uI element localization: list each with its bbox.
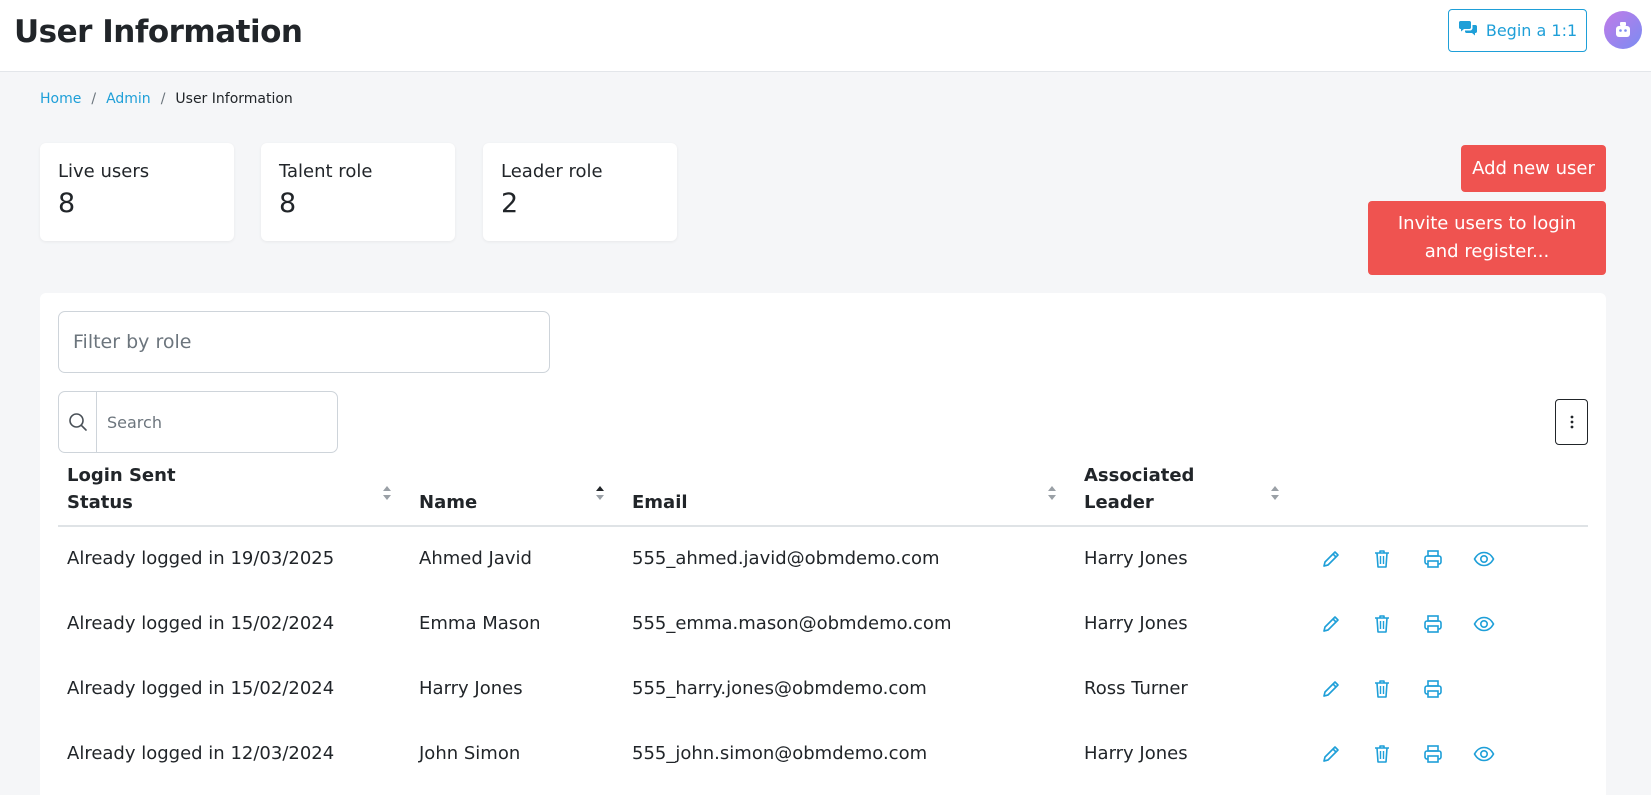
stat-card-talent-role: Talent role 8 bbox=[261, 143, 455, 241]
breadcrumb-current: User Information bbox=[175, 91, 293, 107]
edit-icon[interactable] bbox=[1320, 743, 1342, 765]
view-icon[interactable] bbox=[1473, 548, 1495, 570]
sort-icon[interactable] bbox=[1047, 485, 1057, 501]
column-header-line: Login Sent bbox=[67, 465, 176, 486]
delete-icon[interactable] bbox=[1371, 678, 1393, 700]
breadcrumb-admin-link[interactable]: Admin bbox=[106, 91, 151, 107]
cell-email: 555_john.simon@obmdemo.com bbox=[632, 743, 928, 764]
print-icon[interactable] bbox=[1422, 613, 1444, 635]
breadcrumb-separator: / bbox=[91, 91, 97, 107]
search-box[interactable]: Search bbox=[58, 391, 338, 453]
column-header-email[interactable]: Email bbox=[632, 489, 688, 516]
column-header-associated-leader[interactable]: Associated Leader bbox=[1084, 462, 1194, 516]
breadcrumb: Home / Admin / User Information bbox=[40, 91, 293, 107]
breadcrumb-separator: / bbox=[160, 91, 166, 107]
stat-label: Talent role bbox=[279, 161, 373, 182]
search-input[interactable]: Search bbox=[97, 392, 337, 452]
cell-leader: Ross Turner bbox=[1084, 678, 1188, 699]
edit-icon[interactable] bbox=[1320, 678, 1342, 700]
filter-by-role-input[interactable]: Filter by role bbox=[58, 311, 550, 373]
stat-label: Live users bbox=[58, 161, 150, 182]
sort-icon[interactable] bbox=[595, 485, 605, 501]
begin-one-on-one-button[interactable]: Begin a 1:1 bbox=[1448, 9, 1587, 52]
column-options-button[interactable] bbox=[1555, 399, 1588, 445]
print-icon[interactable] bbox=[1422, 743, 1444, 765]
edit-icon[interactable] bbox=[1320, 613, 1342, 635]
cell-status: Already logged in 15/02/2024 bbox=[67, 678, 335, 699]
top-bar: User Information Begin a 1:1 bbox=[0, 0, 1651, 72]
column-header-name[interactable]: Name bbox=[419, 489, 477, 516]
column-header-line: Leader bbox=[1084, 492, 1154, 513]
view-icon[interactable] bbox=[1473, 743, 1495, 765]
stat-value: 2 bbox=[501, 188, 519, 219]
invite-users-button[interactable]: Invite users to login and register... bbox=[1368, 201, 1606, 275]
print-icon[interactable] bbox=[1422, 548, 1444, 570]
cell-leader: Harry Jones bbox=[1084, 548, 1188, 569]
filter-placeholder: Filter by role bbox=[73, 331, 192, 353]
cell-email: 555_harry.jones@obmdemo.com bbox=[632, 678, 927, 699]
cell-email: 555_emma.mason@obmdemo.com bbox=[632, 613, 952, 634]
kebab-icon bbox=[1570, 415, 1573, 429]
cell-name: Emma Mason bbox=[419, 613, 541, 634]
cell-leader: Harry Jones bbox=[1084, 613, 1188, 634]
table-header-divider bbox=[58, 525, 1588, 527]
sort-icon[interactable] bbox=[382, 485, 392, 501]
column-header-line: Associated bbox=[1084, 465, 1195, 486]
cell-email: 555_ahmed.javid@obmdemo.com bbox=[632, 548, 940, 569]
delete-icon[interactable] bbox=[1371, 613, 1393, 635]
stat-card-leader-role: Leader role 2 bbox=[483, 143, 677, 241]
sort-icon[interactable] bbox=[1270, 485, 1280, 501]
chat-icon bbox=[1458, 20, 1478, 42]
cell-status: Already logged in 15/02/2024 bbox=[67, 613, 335, 634]
stat-card-live-users: Live users 8 bbox=[40, 143, 234, 241]
cell-name: John Simon bbox=[419, 743, 521, 764]
cell-name: Harry Jones bbox=[419, 678, 523, 699]
delete-icon[interactable] bbox=[1371, 743, 1393, 765]
print-icon[interactable] bbox=[1422, 678, 1444, 700]
avatar-icon bbox=[1616, 22, 1630, 37]
page-title: User Information bbox=[14, 14, 303, 50]
avatar[interactable] bbox=[1604, 11, 1642, 49]
cell-leader: Harry Jones bbox=[1084, 743, 1188, 764]
cell-status: Already logged in 12/03/2024 bbox=[67, 743, 335, 764]
begin-button-label: Begin a 1:1 bbox=[1485, 21, 1578, 40]
stat-value: 8 bbox=[58, 188, 76, 219]
stat-label: Leader role bbox=[501, 161, 603, 182]
cell-status: Already logged in 19/03/2025 bbox=[67, 548, 335, 569]
stat-value: 8 bbox=[279, 188, 297, 219]
column-header-line: Status bbox=[67, 492, 133, 513]
cell-name: Ahmed Javid bbox=[419, 548, 532, 569]
add-new-user-button[interactable]: Add new user bbox=[1461, 145, 1606, 192]
delete-icon[interactable] bbox=[1371, 548, 1393, 570]
column-header-login-status[interactable]: Login Sent Status bbox=[67, 462, 176, 516]
view-icon[interactable] bbox=[1473, 613, 1495, 635]
breadcrumb-home-link[interactable]: Home bbox=[40, 91, 81, 107]
search-icon bbox=[59, 392, 97, 452]
edit-icon[interactable] bbox=[1320, 548, 1342, 570]
